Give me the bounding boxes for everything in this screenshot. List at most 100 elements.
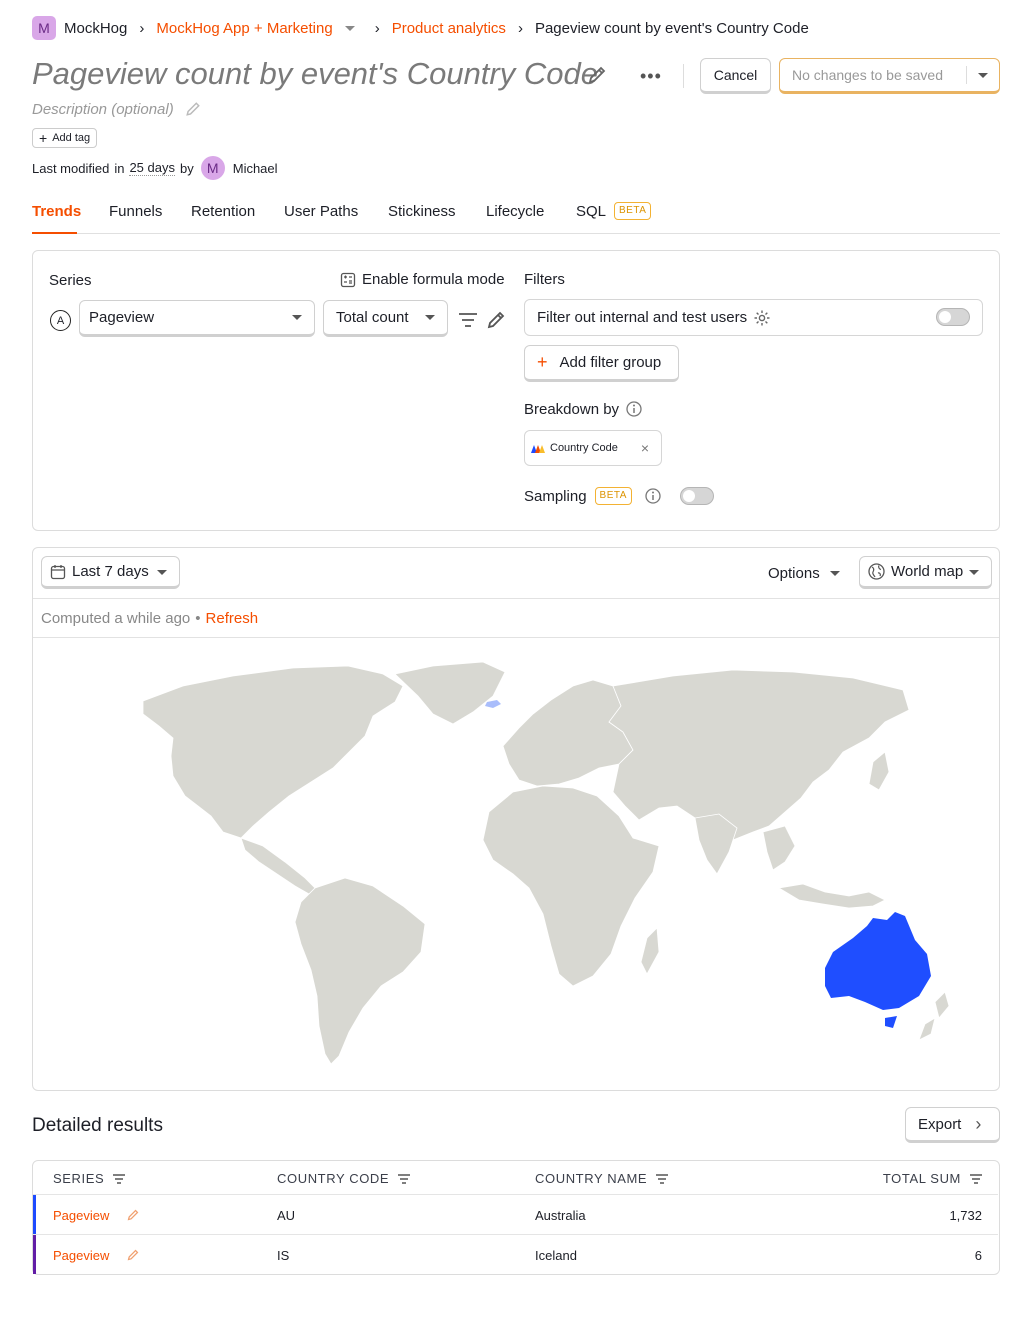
breadcrumb-current: Pageview count by event's Country Code <box>534 19 809 37</box>
gear-icon[interactable] <box>753 309 771 327</box>
chevron-down-icon[interactable] <box>978 73 988 78</box>
more-icon[interactable]: ••• <box>640 66 662 87</box>
detailed-results-heading: Detailed results <box>32 1115 163 1136</box>
breadcrumb-org[interactable]: MockHog <box>64 20 127 37</box>
filter-lines-icon[interactable] <box>458 311 478 329</box>
add-tag-button[interactable]: + Add tag <box>32 128 98 148</box>
series-heading: Series <box>49 272 92 289</box>
chevron-right-icon: › <box>975 1113 982 1134</box>
edit-description-icon[interactable] <box>184 100 202 118</box>
sort-icon <box>398 1173 411 1184</box>
sampling-toggle[interactable] <box>679 487 714 505</box>
map-tasmania <box>885 1016 897 1028</box>
export-button[interactable]: Export › <box>905 1107 1000 1143</box>
breadcrumb-project[interactable]: MockHog App + Marketing <box>156 20 332 37</box>
org-avatar[interactable]: M <box>32 16 56 40</box>
internal-filter-row: Filter out internal and test users <box>524 299 983 336</box>
display-type-select[interactable]: World map <box>859 556 992 589</box>
column-header-label: TOTAL SUM <box>882 1171 961 1186</box>
series-color-bar <box>33 1195 36 1234</box>
user-avatar: M <box>200 156 225 180</box>
active-tab-indicator <box>32 232 77 234</box>
map-africa <box>482 785 660 987</box>
map-greenland <box>394 661 506 725</box>
sampling-row: Sampling BETA <box>524 487 714 505</box>
date-range-value: Last 7 days <box>72 563 149 580</box>
info-icon[interactable] <box>625 400 643 418</box>
tab-user-paths[interactable]: User Paths <box>284 203 358 220</box>
tab-funnels[interactable]: Funnels <box>109 203 162 220</box>
chevron-down-icon[interactable] <box>344 25 355 31</box>
filters-heading: Filters <box>524 271 565 288</box>
event-select-value: Pageview <box>89 309 155 326</box>
series-link[interactable]: Pageview <box>53 1248 109 1263</box>
tab-stickiness[interactable]: Stickiness <box>388 203 456 220</box>
modified-by: by <box>180 160 194 176</box>
edit-series-icon[interactable] <box>126 1208 140 1222</box>
save-divider <box>966 66 967 84</box>
tab-sql[interactable]: SQL BETA <box>576 202 652 220</box>
internal-filter-toggle[interactable] <box>936 308 970 326</box>
insight-title[interactable]: Pageview count by event's Country Code <box>32 56 598 92</box>
breadcrumb-section[interactable]: Product analytics <box>392 20 506 37</box>
column-header-country-code[interactable]: COUNTRY CODE <box>277 1171 411 1186</box>
sampling-label: Sampling <box>524 487 587 505</box>
country-code-cell: AU <box>277 1208 296 1223</box>
map-australia <box>825 912 931 1010</box>
aggregation-select[interactable]: Total count <box>323 300 448 337</box>
chevron-right-icon: › <box>374 19 380 37</box>
date-range-select[interactable]: Last 7 days <box>41 556 180 589</box>
edit-title-icon[interactable] <box>586 64 608 86</box>
options-button[interactable]: Options <box>768 565 840 582</box>
separator-dot: • <box>195 609 201 627</box>
property-icon <box>531 445 545 453</box>
save-label: No changes to be saved <box>792 67 943 83</box>
results-panel: Last 7 days Options World map Computed a… <box>32 547 1000 1091</box>
insight-tabs: Trends Funnels Retention User Paths Stic… <box>32 200 1000 234</box>
edit-series-icon[interactable] <box>485 309 507 331</box>
description-field[interactable]: Description (optional) <box>32 100 202 118</box>
close-icon[interactable]: × <box>641 440 649 456</box>
tab-trends[interactable]: Trends <box>32 203 81 220</box>
chevron-down-icon <box>969 570 979 575</box>
tab-lifecycle[interactable]: Lifecycle <box>486 203 544 220</box>
breakdown-chip[interactable]: Country Code × <box>524 430 662 466</box>
chevron-down-icon <box>829 571 840 576</box>
modified-ago: 25 days <box>129 160 175 176</box>
sort-icon <box>113 1173 126 1184</box>
beta-badge: BETA <box>614 202 652 220</box>
add-filter-group-button[interactable]: + Add filter group <box>524 345 679 382</box>
sort-icon <box>656 1173 669 1184</box>
calendar-icon <box>50 564 66 579</box>
map-southeast-asia <box>762 825 796 871</box>
country-name-cell: Australia <box>535 1208 586 1223</box>
column-header-country-name[interactable]: COUNTRY NAME <box>535 1171 669 1186</box>
series-link[interactable]: Pageview <box>53 1208 109 1223</box>
column-header-series[interactable]: SERIES <box>53 1171 126 1186</box>
country-code-cell: IS <box>277 1248 290 1263</box>
total-sum-cell: 1,732 <box>949 1208 982 1223</box>
tab-sql-label: SQL <box>576 202 607 220</box>
info-icon[interactable] <box>644 487 662 505</box>
column-header-label: COUNTRY CODE <box>277 1171 390 1186</box>
breadcrumb: M MockHog › MockHog App + Marketing › Pr… <box>32 16 809 40</box>
column-header-label: COUNTRY NAME <box>535 1171 648 1186</box>
series-color-bar <box>33 1235 36 1274</box>
tab-retention[interactable]: Retention <box>191 203 255 220</box>
save-button[interactable]: No changes to be saved <box>779 58 1000 94</box>
calculator-icon <box>340 272 356 287</box>
display-type-value: World map <box>891 563 964 580</box>
formula-mode-toggle[interactable]: Enable formula mode <box>340 271 505 288</box>
computed-bar: Computed a while ago • Refresh <box>33 598 999 638</box>
chevron-down-icon <box>425 315 435 320</box>
description-placeholder: Description (optional) <box>32 100 174 118</box>
event-select[interactable]: Pageview <box>79 300 315 337</box>
world-map <box>142 661 950 1065</box>
table-row: Pageview IS Iceland 6 <box>33 1234 998 1274</box>
edit-series-icon[interactable] <box>126 1248 140 1262</box>
column-header-total-sum[interactable]: TOTAL SUM <box>883 1171 983 1186</box>
cancel-button[interactable]: Cancel <box>700 58 771 94</box>
add-tag-label: Add tag <box>52 132 91 144</box>
refresh-link[interactable]: Refresh <box>206 610 259 627</box>
options-label: Options <box>768 565 820 582</box>
